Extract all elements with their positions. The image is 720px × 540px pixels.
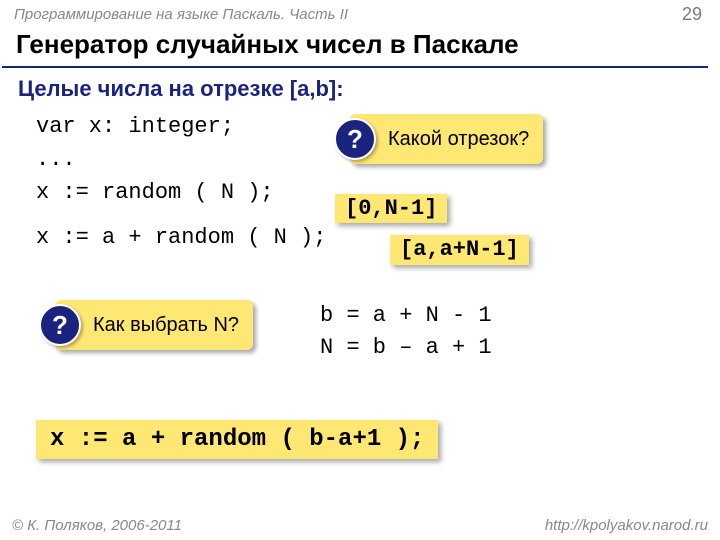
footer-bar: © К. Поляков, 2006-2011 http://kpolyakov…: [12, 517, 708, 534]
code-block-2: x := a + random ( N );: [36, 221, 720, 254]
callout-text-1: Какой отрезок?: [388, 128, 529, 151]
course-name: Программирование на языке Паскаль. Часть…: [14, 6, 348, 23]
callout-which-interval: ? Какой отрезок?: [350, 114, 543, 164]
question-icon: ?: [334, 118, 376, 160]
callout-choose-n: ? Как выбрать N?: [55, 300, 253, 350]
label-interval-1: [0,N-1]: [335, 194, 447, 223]
math-derivation: b = a + N - 1 N = b – a + 1: [320, 300, 492, 364]
label-interval-2: [a,a+N-1]: [390, 235, 529, 265]
subtitle: Целые числа на отрезке [a,b]:: [18, 76, 720, 102]
page-title: Генератор случайных чисел в Паскале: [2, 27, 708, 68]
question-icon: ?: [39, 304, 81, 346]
footer-copyright: © К. Поляков, 2006-2011: [12, 517, 182, 534]
final-formula: x := a + random ( b-a+1 );: [36, 420, 438, 459]
callout-text-2: Как выбрать N?: [93, 314, 239, 337]
header-bar: Программирование на языке Паскаль. Часть…: [0, 0, 720, 27]
footer-url: http://kpolyakov.narod.ru: [545, 517, 708, 534]
page-number: 29: [682, 4, 702, 25]
